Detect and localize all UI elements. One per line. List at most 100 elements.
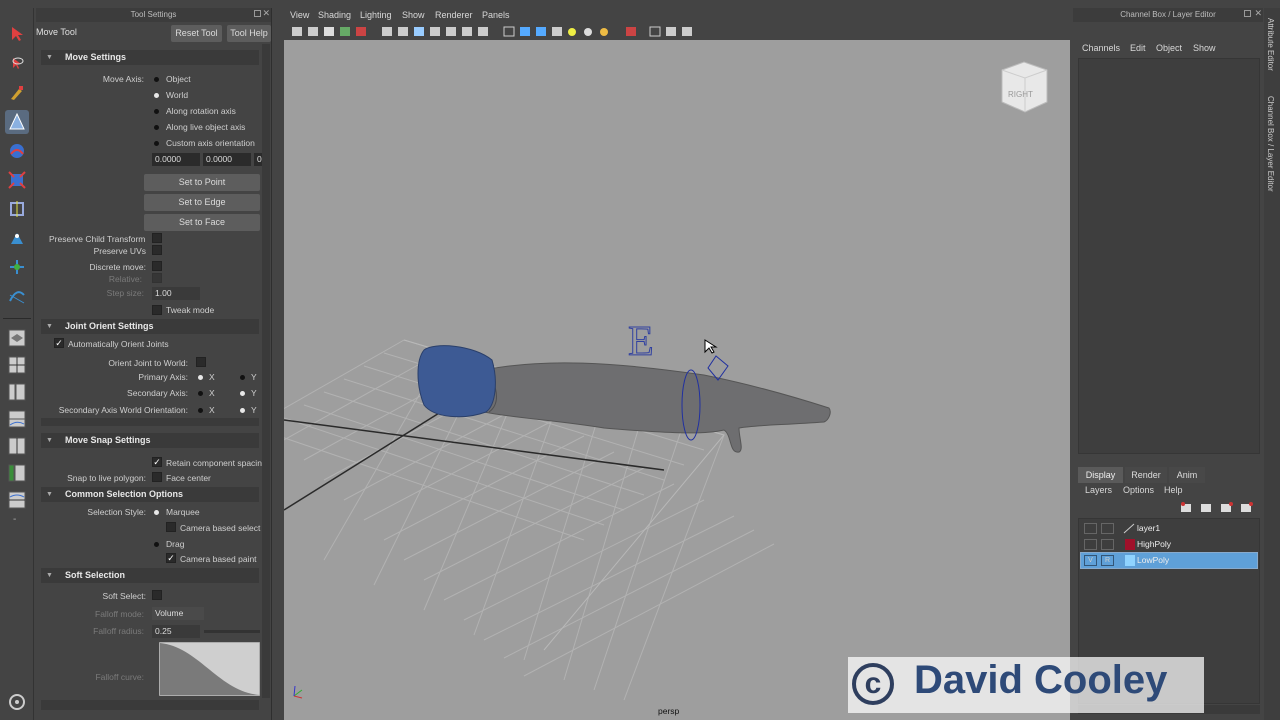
layout-graph-icon[interactable] xyxy=(5,407,29,431)
layer-swatch[interactable] xyxy=(1125,555,1135,566)
soft-selection-header[interactable]: Soft Selection xyxy=(41,568,259,583)
layer-render-toggle[interactable]: R xyxy=(1101,555,1114,566)
rotate-tool-icon[interactable] xyxy=(5,139,29,163)
set-to-point-button[interactable]: Set to Point xyxy=(144,174,260,191)
tab-anim[interactable]: Anim xyxy=(1169,467,1205,483)
menu-view[interactable]: View xyxy=(290,10,309,20)
axis-field-3[interactable]: 0 xyxy=(254,153,262,166)
menu-show[interactable]: Show xyxy=(402,10,425,20)
common-selection-header[interactable]: Common Selection Options xyxy=(41,487,259,502)
tab-display[interactable]: Display xyxy=(1078,467,1123,483)
orient-world-checkbox[interactable] xyxy=(196,357,206,367)
layer-render-toggle[interactable] xyxy=(1101,539,1114,550)
manipulator-icon[interactable] xyxy=(5,197,29,221)
tweak-mode-checkbox[interactable] xyxy=(152,305,162,315)
soft-select-checkbox[interactable] xyxy=(152,590,162,600)
axis-field-1[interactable]: 0.0000 xyxy=(152,153,200,166)
radio-world[interactable] xyxy=(154,93,159,98)
primary-y-radio[interactable] xyxy=(240,375,245,380)
layer-row-layer1[interactable]: layer1 xyxy=(1081,521,1257,536)
falloff-radius-field[interactable]: 0.25 xyxy=(152,625,200,638)
show-manip-icon[interactable] xyxy=(5,255,29,279)
layout-extra-icon[interactable] xyxy=(5,488,29,512)
close-icon[interactable]: ✕ xyxy=(262,8,270,19)
falloff-curve-graph[interactable] xyxy=(159,642,260,696)
falloff-mode-select[interactable]: Volume xyxy=(152,607,204,620)
menu-panels[interactable]: Panels xyxy=(482,10,510,20)
lasso-icon[interactable] xyxy=(5,52,29,76)
menu-help[interactable]: Help xyxy=(1164,485,1183,495)
layer-visibility-toggle[interactable] xyxy=(1084,523,1097,534)
tab-render[interactable]: Render xyxy=(1125,467,1167,483)
channel-list[interactable] xyxy=(1078,58,1260,454)
layer-swatch[interactable] xyxy=(1125,539,1135,550)
horizontal-scroll-small[interactable] xyxy=(41,418,259,426)
tool-settings-scrollbar[interactable] xyxy=(262,44,270,698)
menu-layers[interactable]: Layers xyxy=(1085,485,1112,495)
primary-x-radio[interactable] xyxy=(198,375,203,380)
scale-tool-icon[interactable] xyxy=(5,168,29,192)
drag-radio[interactable] xyxy=(154,542,159,547)
layer-row-highpoly[interactable]: HighPoly xyxy=(1081,537,1257,552)
radio-live-object[interactable] xyxy=(154,125,159,130)
soft-mod-icon[interactable] xyxy=(5,226,29,250)
reset-tool-button[interactable]: Reset Tool xyxy=(171,25,222,42)
layout-outliner-icon[interactable] xyxy=(5,380,29,404)
axis-field-2[interactable]: 0.0000 xyxy=(203,153,251,166)
tool-help-button[interactable]: Tool Help xyxy=(227,25,271,42)
radio-object[interactable] xyxy=(154,77,159,82)
3d-viewport[interactable]: E RIGHT persp xyxy=(284,40,1070,720)
step-size-field[interactable]: 1.00 xyxy=(152,287,200,300)
layer-swatch[interactable] xyxy=(1123,523,1135,534)
move-tool-icon[interactable] xyxy=(5,110,29,134)
set-to-edge-button[interactable]: Set to Edge xyxy=(144,194,260,211)
relative-checkbox[interactable] xyxy=(152,273,162,283)
secondary-world-y-radio[interactable] xyxy=(240,408,245,413)
float-icon[interactable] xyxy=(254,10,261,17)
discrete-move-checkbox[interactable] xyxy=(152,261,162,271)
viewcube-label[interactable]: RIGHT xyxy=(1008,90,1033,99)
camera-paint-checkbox[interactable]: ✓ xyxy=(166,553,176,563)
set-to-face-button[interactable]: Set to Face xyxy=(144,214,260,231)
marquee-radio[interactable] xyxy=(154,510,159,515)
layout-four-icon[interactable] xyxy=(5,353,29,377)
script-editor-icon[interactable] xyxy=(5,690,29,714)
layer-visibility-toggle[interactable] xyxy=(1084,539,1097,550)
select-arrow-icon[interactable] xyxy=(5,22,29,46)
bottom-scrollbar[interactable] xyxy=(41,700,259,710)
preserve-child-checkbox[interactable] xyxy=(152,233,162,243)
auto-orient-checkbox[interactable]: ✓ xyxy=(54,338,64,348)
layer-visibility-toggle[interactable]: V xyxy=(1084,555,1097,566)
layer-render-toggle[interactable] xyxy=(1101,523,1114,534)
tab-channel-box[interactable]: Channel Box / Layer Editor xyxy=(1266,96,1275,192)
menu-shading[interactable]: Shading xyxy=(318,10,351,20)
menu-show[interactable]: Show xyxy=(1193,43,1216,53)
menu-lighting[interactable]: Lighting xyxy=(360,10,392,20)
joint-orient-header[interactable]: Joint Orient Settings xyxy=(41,319,259,334)
secondary-y-radio[interactable] xyxy=(240,391,245,396)
close-icon[interactable]: ✕ xyxy=(1254,8,1262,19)
layout-tall-icon[interactable] xyxy=(5,461,29,485)
preserve-uvs-checkbox[interactable] xyxy=(152,245,162,255)
paint-select-icon[interactable] xyxy=(5,81,29,105)
radio-rotation-axis[interactable] xyxy=(154,109,159,114)
secondary-world-x-radio[interactable] xyxy=(198,408,203,413)
menu-object[interactable]: Object xyxy=(1156,43,1182,53)
falloff-radius-slider[interactable] xyxy=(204,630,260,633)
camera-select-checkbox[interactable] xyxy=(166,522,176,532)
curve-icon[interactable] xyxy=(5,284,29,308)
secondary-x-radio[interactable] xyxy=(198,391,203,396)
radio-custom-axis[interactable] xyxy=(154,141,159,146)
menu-options[interactable]: Options xyxy=(1123,485,1154,495)
menu-edit[interactable]: Edit xyxy=(1130,43,1146,53)
move-snap-header[interactable]: Move Snap Settings xyxy=(41,433,259,448)
tab-attribute-editor[interactable]: Attribute Editor xyxy=(1266,18,1275,71)
float-icon[interactable] xyxy=(1244,10,1251,17)
menu-renderer[interactable]: Renderer xyxy=(435,10,473,20)
layout-single-icon[interactable] xyxy=(5,326,29,350)
face-center-checkbox[interactable] xyxy=(152,472,162,482)
retain-spacing-checkbox[interactable]: ✓ xyxy=(152,457,162,467)
layout-persp-icon[interactable] xyxy=(5,434,29,458)
move-settings-header[interactable]: Move Settings xyxy=(41,50,259,65)
layer-row-lowpoly[interactable]: V R LowPoly xyxy=(1080,552,1258,569)
